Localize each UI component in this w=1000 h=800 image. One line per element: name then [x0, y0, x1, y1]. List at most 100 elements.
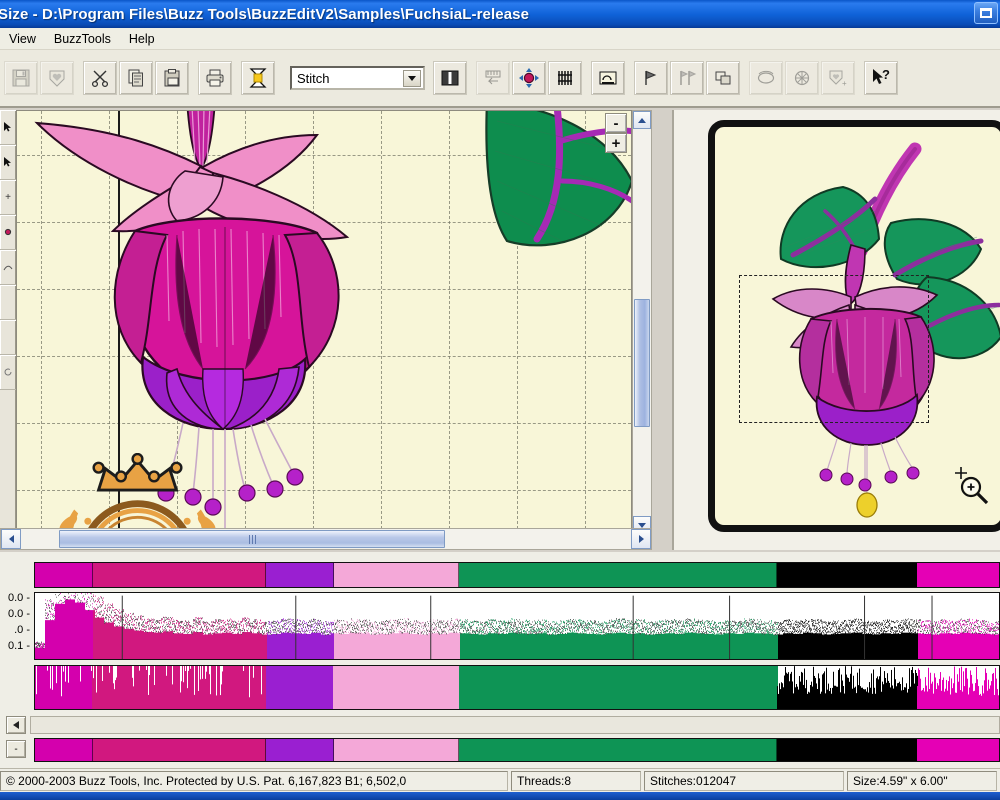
move-button[interactable]: [512, 61, 546, 95]
tool-blank-1[interactable]: [0, 285, 16, 320]
preview-hoop-frame: [708, 120, 1000, 532]
duplicate-button[interactable]: [706, 61, 740, 95]
color-segment-purple[interactable]: [266, 563, 334, 587]
mode-select[interactable]: Stitch: [290, 66, 425, 90]
strip-zoom-out-button[interactable]: -: [6, 740, 26, 758]
chevron-down-icon: [638, 522, 646, 528]
chevron-down-icon[interactable]: [403, 70, 421, 87]
play-button[interactable]: [634, 61, 668, 95]
stitch-density-graph[interactable]: [34, 592, 1000, 660]
color-segment-dark-pink[interactable]: [92, 739, 267, 761]
chevron-left-icon: [8, 535, 14, 543]
curve-icon: [3, 265, 13, 271]
tool-pointer[interactable]: [0, 110, 16, 145]
fit-button[interactable]: [785, 61, 819, 95]
tool-blank-2[interactable]: [0, 320, 16, 355]
minus-icon: -: [14, 743, 18, 755]
scroll-up-button[interactable]: [633, 111, 651, 129]
design-canvas[interactable]: EM EM DIGITIZING - +: [16, 110, 632, 535]
restore-window-button[interactable]: [974, 2, 998, 24]
tool-curve[interactable]: [0, 250, 16, 285]
svg-text:?: ?: [882, 67, 890, 82]
color-sequence-strip-mid[interactable]: [34, 665, 1000, 710]
scroll-left-button[interactable]: [1, 529, 21, 549]
color-segment-light-pink[interactable]: [333, 563, 460, 587]
color-segment-green[interactable]: [459, 563, 778, 587]
machine-button[interactable]: [591, 61, 625, 95]
color-segment-dark-pink[interactable]: [92, 563, 267, 587]
window-controls: [974, 2, 998, 24]
sewing-machine-icon: [599, 71, 617, 85]
arrow-question-icon: ?: [873, 67, 890, 84]
cut-button[interactable]: [83, 61, 117, 95]
color-sequence-strip-bottom[interactable]: [34, 738, 1000, 762]
horizontal-scroll-thumb[interactable]: [59, 530, 445, 548]
block-purple: [266, 666, 334, 709]
scissors-icon: [91, 70, 109, 88]
duplicate-shapes-icon: [715, 71, 731, 85]
fit-star-icon: [794, 70, 810, 86]
vertical-scroll-thumb[interactable]: [634, 299, 650, 427]
mode-select-value: Stitch: [297, 70, 330, 86]
canvas-zoom-in-button[interactable]: +: [605, 133, 627, 153]
chevron-up-icon: [638, 117, 646, 123]
window-title-bar: Size - D:\Program Files\Buzz Tools\BuzzE…: [0, 0, 1000, 28]
main-toolbar: Stitch + ?: [0, 50, 1000, 108]
copy-pages-icon: [128, 69, 143, 87]
color-segment-magenta-2[interactable]: [917, 739, 999, 761]
scroll-right-button[interactable]: [631, 529, 651, 549]
canvas-horizontal-scrollbar[interactable]: [0, 528, 652, 550]
color-segment-magenta[interactable]: [35, 563, 93, 587]
page-title: Size - D:\Program Files\Buzz Tools\BuzzE…: [0, 5, 530, 23]
canvas-zoom-out-button[interactable]: -: [605, 113, 627, 133]
context-help-button[interactable]: ?: [864, 61, 898, 95]
stitch-density-icon: [558, 71, 572, 85]
spool-button[interactable]: [241, 61, 275, 95]
color-segment-light-pink[interactable]: [333, 739, 460, 761]
strip-scroll-left-button[interactable]: [6, 716, 26, 734]
add-design-button[interactable]: +: [821, 61, 855, 95]
color-segment-black[interactable]: [777, 739, 917, 761]
color-segment-black[interactable]: [777, 563, 917, 587]
copy-button[interactable]: [119, 61, 153, 95]
color-segment-magenta-2[interactable]: [917, 563, 999, 587]
status-threads: Threads:8: [511, 770, 641, 791]
tool-add[interactable]: +: [0, 180, 16, 215]
density-button[interactable]: [548, 61, 582, 95]
chevron-right-icon: [638, 535, 644, 543]
paste-button[interactable]: [155, 61, 189, 95]
tool-rotate[interactable]: [0, 355, 16, 390]
color-segment-purple[interactable]: [266, 739, 334, 761]
density-plot: [35, 593, 999, 659]
arrow-select-icon: [4, 157, 11, 167]
color-segment-green[interactable]: [459, 739, 778, 761]
move-crosshair-icon: [519, 68, 539, 88]
tool-select[interactable]: [0, 145, 16, 180]
menu-item-help[interactable]: Help: [120, 30, 164, 48]
color-segment-magenta[interactable]: [35, 739, 93, 761]
node-marker-icon: [4, 228, 12, 236]
save-button[interactable]: [4, 61, 38, 95]
play-next-button[interactable]: [670, 61, 704, 95]
split-panel-icon: [441, 70, 459, 86]
menu-item-buzztools[interactable]: BuzzTools: [45, 30, 120, 48]
canvas-vertical-scrollbar[interactable]: [632, 110, 652, 535]
split-view-button[interactable]: [433, 61, 467, 95]
scroll-grip-icon: [248, 534, 256, 544]
status-stitches: Stitches:012047: [644, 770, 844, 791]
measure-button[interactable]: [476, 61, 510, 95]
open-design-button[interactable]: [40, 61, 74, 95]
stitch-analysis-area: 0.0 - 0.0 - .0 - 0.1 - -: [0, 552, 1000, 768]
preview-selection-box[interactable]: [739, 275, 929, 423]
menu-item-view[interactable]: View: [0, 30, 45, 48]
hoop-button[interactable]: [749, 61, 783, 95]
print-button[interactable]: [198, 61, 232, 95]
clipboard-icon: [164, 69, 180, 87]
strip-scroll-track[interactable]: [30, 716, 1000, 734]
color-sequence-strip-top[interactable]: [34, 562, 1000, 588]
tool-node[interactable]: [0, 215, 16, 250]
ytick-1: 0.0 -: [7, 608, 30, 620]
svg-text:+: +: [842, 79, 847, 88]
design-preview-pane[interactable]: [672, 110, 1000, 550]
fuchsia-design-artwork: [34, 111, 631, 534]
